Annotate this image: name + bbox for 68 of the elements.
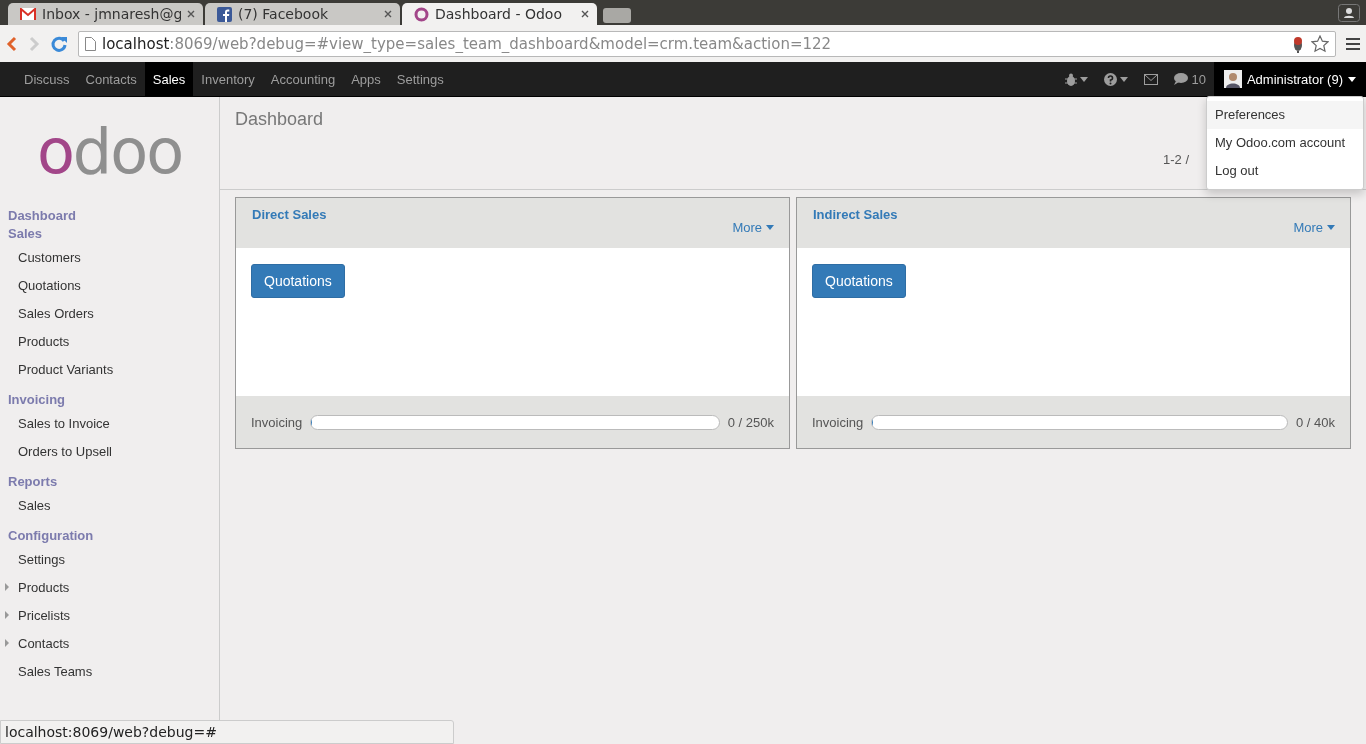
dropdown-item[interactable]: My Odoo.com account (1207, 129, 1363, 157)
app-menu-item[interactable]: Inventory (193, 62, 263, 96)
user-menu[interactable]: Administrator (9) (1213, 62, 1366, 96)
reload-icon[interactable] (50, 34, 68, 53)
caret-icon (1120, 76, 1129, 82)
caret-icon (1348, 76, 1356, 82)
close-icon[interactable] (581, 10, 589, 18)
sidebar-item[interactable]: Settings (0, 545, 219, 573)
sidebar-item[interactable]: Products (0, 327, 219, 355)
dropdown-item[interactable]: Preferences (1207, 101, 1363, 129)
ring-icon (414, 6, 429, 22)
page-title: Dashboard (235, 109, 324, 130)
user-icon[interactable] (1338, 4, 1360, 22)
more-dropdown[interactable]: More (732, 220, 774, 235)
progress-reading: 0 / 40k (1295, 414, 1335, 430)
star-icon[interactable] (1311, 34, 1329, 53)
browser-tab[interactable]: Dashboard - Odoo (402, 3, 597, 25)
sidebar-item[interactable]: Sales to Invoice (0, 409, 219, 437)
tab-title: (7) Facebook (238, 6, 330, 22)
sidebar-item[interactable]: Product Variants (0, 355, 219, 383)
envelope-icon (1144, 73, 1159, 85)
chat-button[interactable]: 10 (1166, 62, 1214, 96)
sidebar-item[interactable]: Quotations (0, 271, 219, 299)
envelope-icon (20, 8, 36, 20)
sidebar-item[interactable]: Contacts (0, 629, 219, 657)
close-icon[interactable] (384, 10, 392, 18)
caret-icon (1327, 225, 1335, 230)
avatar-icon (1223, 70, 1242, 88)
app-menu-item[interactable]: Sales (144, 62, 194, 96)
app-menu-item[interactable]: Apps (343, 62, 389, 96)
app-menu-item[interactable]: Contacts (77, 62, 145, 96)
page-icon (85, 36, 96, 51)
tab-title: Dashboard - Odoo (435, 6, 563, 22)
quotations-button[interactable]: Quotations (251, 264, 345, 298)
browser-tab[interactable]: Inbox - jmnaresh@g (8, 3, 203, 25)
team-name[interactable]: Direct Sales (252, 207, 327, 222)
sidebar-item[interactable]: Sales Teams (0, 657, 219, 685)
browser-tab[interactable]: (7) Facebook (205, 3, 400, 25)
quotations-button[interactable]: Quotations (812, 264, 906, 298)
tab-title: Inbox - jmnaresh@g (42, 6, 181, 22)
question-icon (1104, 72, 1118, 86)
odoo-logo: odoo (35, 114, 184, 190)
caret-icon (766, 225, 774, 230)
sidebar-item[interactable]: Orders to Upsell (0, 437, 219, 465)
sidebar-item[interactable]: Customers (0, 243, 219, 271)
caret-icon (1080, 76, 1089, 82)
app-menu-item[interactable]: Accounting (262, 62, 344, 96)
sidebar-item[interactable]: Pricelists (0, 601, 219, 629)
sidebar-item[interactable]: Products (0, 573, 219, 601)
more-dropdown[interactable]: More (1293, 220, 1335, 235)
speech-bubble-icon (1174, 73, 1189, 85)
app-menu-item[interactable]: Settings (388, 62, 452, 96)
sidebar-item[interactable]: Sales (0, 491, 219, 519)
menu-icon[interactable] (1346, 37, 1360, 50)
sidebar-item[interactable]: Sales Orders (0, 299, 219, 327)
team-name[interactable]: Indirect Sales (813, 207, 898, 222)
progress-label: Invoicing (251, 414, 303, 430)
back-icon[interactable] (6, 35, 18, 52)
address-field[interactable]: localhost:8069/web?debug=#view_type=sales_team_dashboard&model=crm.team&action=122 (78, 30, 1336, 57)
dropdown-item[interactable]: Log out (1207, 157, 1363, 185)
progress-label: Invoicing (812, 414, 864, 430)
pager-text: 1-2 / (1163, 152, 1189, 167)
progress-reading: 0 / 250k (727, 414, 774, 430)
status-url: localhost:8069/web?debug=# (0, 720, 454, 744)
facebook-icon (217, 6, 232, 22)
app-menu-item[interactable]: Discuss (16, 62, 78, 96)
url-text: localhost:8069/web?debug=#view_type=sales_team_dashboard&model=crm.team&action=122 (102, 34, 833, 53)
close-icon[interactable] (187, 10, 195, 18)
